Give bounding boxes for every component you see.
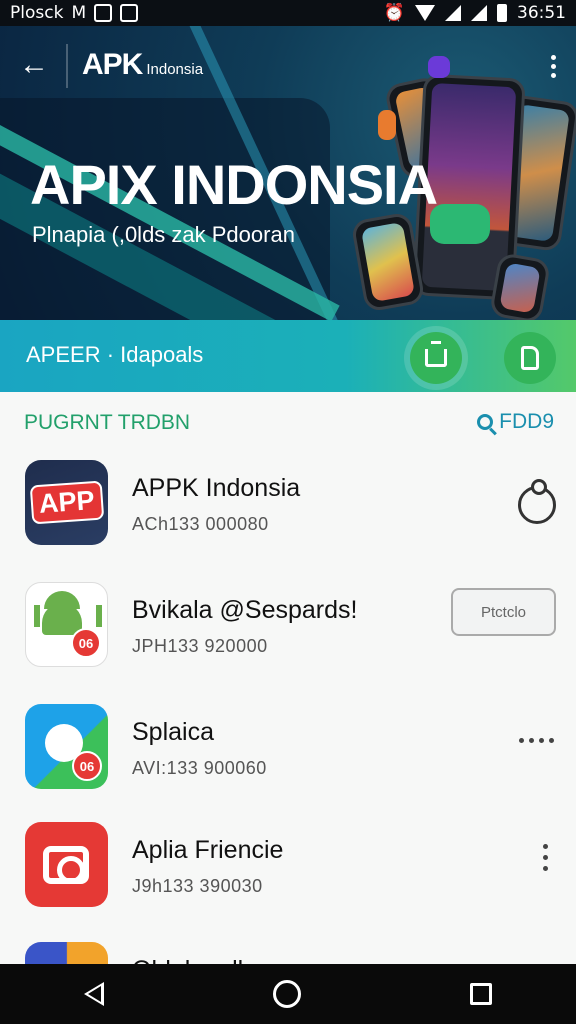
app-logo: APK Indonsia <box>82 48 203 82</box>
wifi-icon <box>415 5 435 21</box>
app-name: Oldaleaalk <box>132 956 250 964</box>
carrier-text: Plosck <box>10 3 64 23</box>
camera-icon <box>43 846 89 884</box>
app-name: Aplia Friencie <box>132 836 284 864</box>
share-icon[interactable] <box>518 479 556 524</box>
nav-home-icon[interactable] <box>272 980 301 1008</box>
app-name: Splaica <box>132 718 214 746</box>
section-title: PUGRNT TRDBN <box>24 411 191 434</box>
hero-subtitle: Plnapia (,0lds zak Pdooran <box>32 222 295 247</box>
app-icon: APP <box>25 460 108 545</box>
notification-badge: 06 <box>71 628 101 658</box>
search-button[interactable]: FDD9 <box>477 410 554 434</box>
navigation-bar <box>0 964 576 1024</box>
phone-illustration <box>488 251 552 320</box>
clock: 36:51 <box>517 3 566 23</box>
alarm-icon: ⏰ <box>383 3 405 23</box>
app-bubble-icon <box>428 56 450 78</box>
document-icon <box>521 346 539 370</box>
list-item[interactable]: Aplia Friencie J9h133 390030 <box>0 808 576 924</box>
nav-back-icon[interactable] <box>84 982 105 1006</box>
signal-icon-2 <box>471 5 487 21</box>
search-label: FDD9 <box>499 410 554 433</box>
app-meta: J9h133 390030 <box>132 876 263 896</box>
phone-illustration <box>350 211 426 313</box>
logo-subtext: Indonsia <box>146 61 204 78</box>
logo-text: APK <box>82 48 143 81</box>
document-button[interactable] <box>504 332 556 384</box>
tray-icon <box>425 341 447 367</box>
app-name: APPK Indonsia <box>132 474 301 502</box>
battery-icon <box>497 4 507 22</box>
overflow-menu-icon[interactable] <box>544 48 562 84</box>
app-icon <box>25 822 108 907</box>
app-meta: JPH133 920000 <box>132 636 268 656</box>
app-name: Bvikala @Sespards! <box>132 596 358 624</box>
list-item[interactable]: APP APPK Indonsia ACh133 000080 <box>0 446 576 562</box>
hero-title: APIX INDONSIA <box>30 153 438 216</box>
download-button[interactable] <box>410 332 462 384</box>
app-list: APP APPK Indonsia ACh133 000080 06 Bvika… <box>0 446 576 964</box>
notification-badge: 06 <box>72 751 102 781</box>
hero-banner: ← APK Indonsia APIX INDONSIA Plnapia (,0… <box>0 26 576 320</box>
app-icon: 06 <box>25 582 108 667</box>
app-icon <box>25 942 108 964</box>
header-divider <box>66 44 68 88</box>
status-bar: Plosck M ⏰ 36:51 <box>0 0 576 26</box>
action-button[interactable]: Ptctclo <box>451 588 556 636</box>
image-icon <box>120 4 139 22</box>
back-arrow-icon[interactable]: ← <box>16 48 52 84</box>
more-horizontal-icon[interactable] <box>519 738 554 743</box>
app-bubble-icon <box>378 110 396 140</box>
signal-icon <box>445 5 461 21</box>
status-label: M <box>71 3 87 23</box>
promo-band: APEER · Idapoals <box>0 320 576 392</box>
app-icon-text: APP <box>29 480 104 525</box>
nav-recents-icon[interactable] <box>469 983 492 1005</box>
more-vertical-icon[interactable] <box>543 844 548 871</box>
app-meta: ACh133 000080 <box>132 514 269 534</box>
app-icon: 06 <box>25 704 108 789</box>
list-item[interactable]: 06 Splaica AVI:133 900060 <box>0 690 576 806</box>
list-item[interactable]: 06 Bvikala @Sespards! JPH133 920000 Ptct… <box>0 568 576 684</box>
app-meta: AVI:133 900060 <box>132 758 267 778</box>
promo-text: APEER · Idapoals <box>26 342 204 367</box>
chat-bubble-icon <box>430 204 490 244</box>
search-icon <box>477 414 494 430</box>
list-item[interactable]: Oldaleaalk <box>0 928 576 964</box>
notification-icon <box>94 4 113 22</box>
